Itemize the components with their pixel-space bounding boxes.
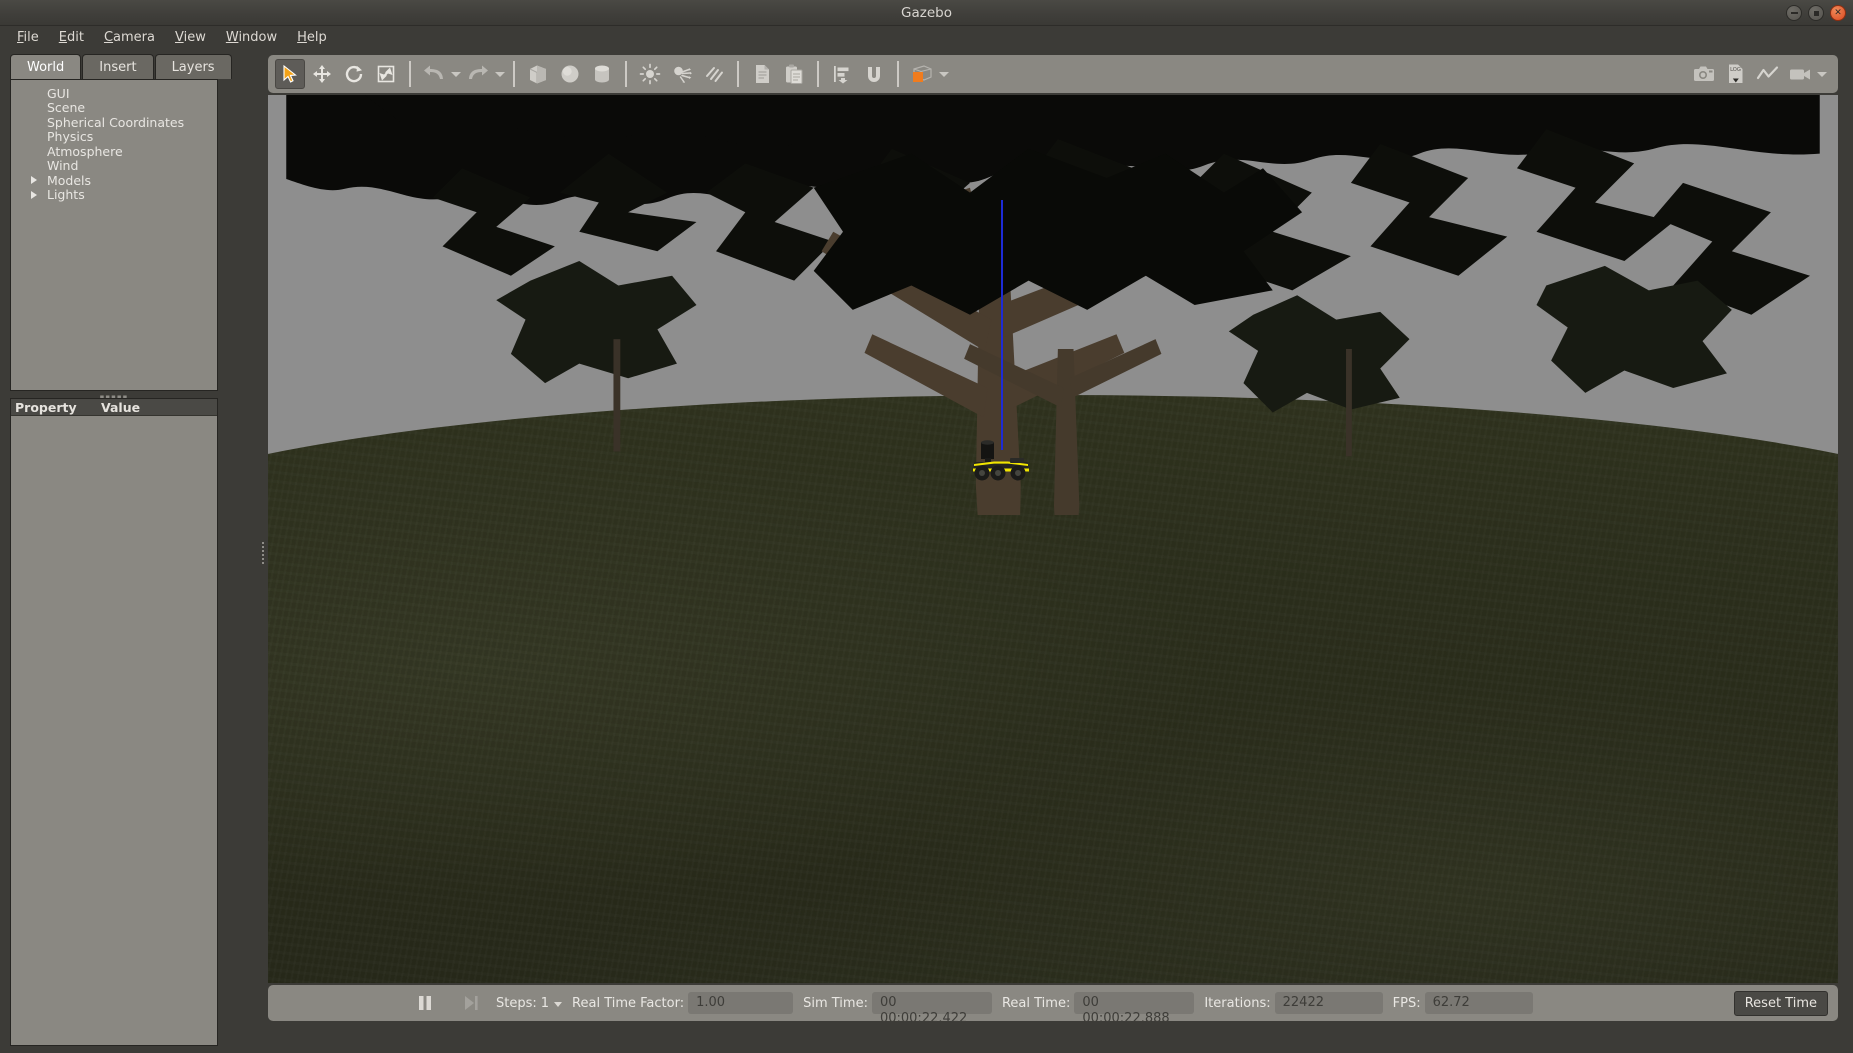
3d-render-viewport[interactable]	[268, 95, 1838, 983]
tree-item-label: Atmosphere	[47, 144, 123, 159]
redo-dropdown-caret[interactable]	[494, 59, 506, 89]
tree-item-models[interactable]: Models	[11, 173, 217, 188]
step-forward-button[interactable]	[458, 990, 484, 1016]
menu-camera[interactable]: Camera	[94, 28, 165, 47]
tree-item-gui[interactable]: GUI	[11, 86, 217, 101]
svg-text:LOG: LOG	[1730, 67, 1741, 73]
tree-item-scene[interactable]: Scene	[11, 101, 217, 116]
menu-bar: File Edit Camera View Window Help	[0, 26, 1853, 48]
tab-world[interactable]: World	[10, 54, 81, 79]
align-button[interactable]	[827, 59, 857, 89]
panel-tabs: World Insert Layers	[10, 54, 233, 79]
paste-button[interactable]	[779, 59, 809, 89]
plot-button[interactable]	[1753, 59, 1783, 89]
insert-directional-light-button[interactable]	[699, 59, 729, 89]
iterations-value: 22422	[1275, 992, 1383, 1014]
simulation-status-bar: Steps: 1 Real Time Factor: 1.00 Sim Time…	[268, 985, 1838, 1021]
insert-spot-light-button[interactable]	[667, 59, 697, 89]
insert-box-button[interactable]	[523, 59, 553, 89]
insert-cylinder-button[interactable]	[587, 59, 617, 89]
pause-button[interactable]	[412, 990, 438, 1016]
sim-time-label: Sim Time:	[803, 996, 868, 1011]
view-appearance-button[interactable]	[907, 59, 937, 89]
toolbar-separator	[737, 61, 739, 87]
toolbar-separator	[897, 61, 899, 87]
laser-beam	[1001, 200, 1003, 450]
left-panel: World Insert Layers GUI Scene Spherical …	[0, 48, 228, 1053]
fps-value: 62.72	[1425, 992, 1533, 1014]
menu-edit[interactable]: Edit	[49, 28, 94, 47]
steps-dropdown-caret[interactable]	[554, 1002, 562, 1007]
tree-item-atmosphere[interactable]: Atmosphere	[11, 144, 217, 159]
record-dropdown-caret[interactable]	[1816, 59, 1828, 89]
menu-file[interactable]: File	[7, 28, 49, 47]
gazebo-window: Gazebo ✕ File Edit Camera View Window He…	[0, 0, 1853, 1053]
toolbar-separator	[625, 61, 627, 87]
real-time-label: Real Time:	[1002, 996, 1070, 1011]
tab-layers[interactable]: Layers	[155, 54, 232, 79]
world-tree[interactable]: GUI Scene Spherical Coordinates Physics …	[10, 79, 218, 391]
tree-item-lights[interactable]: Lights	[11, 188, 217, 203]
tree-item-wind[interactable]: Wind	[11, 159, 217, 174]
husky-robot[interactable]	[968, 440, 1038, 482]
steps-value[interactable]: 1	[541, 996, 549, 1011]
insert-sphere-button[interactable]	[555, 59, 585, 89]
toolbar-right-group: LOG	[1688, 55, 1838, 93]
snap-button[interactable]	[859, 59, 889, 89]
column-header-value: Value	[101, 400, 140, 415]
toolbar-separator	[409, 61, 411, 87]
window-controls: ✕	[1786, 5, 1846, 21]
tree-item-label: Models	[47, 173, 91, 188]
reset-time-button[interactable]: Reset Time	[1734, 991, 1828, 1016]
undo-button[interactable]	[419, 59, 449, 89]
copy-button[interactable]	[747, 59, 777, 89]
steps-label: Steps:	[496, 996, 537, 1011]
title-bar: Gazebo ✕	[0, 0, 1853, 26]
tree-item-label: Lights	[47, 187, 85, 202]
tree-item-label: GUI	[47, 86, 70, 101]
chevron-right-icon[interactable]	[31, 176, 37, 184]
redo-button[interactable]	[463, 59, 493, 89]
translate-mode-button[interactable]	[307, 59, 337, 89]
vertical-splitter-handle[interactable]	[262, 540, 266, 566]
viewport-area: LOG	[268, 55, 1853, 1053]
property-table[interactable]: Property Value	[10, 398, 218, 1046]
toolbar-separator	[817, 61, 819, 87]
record-video-button[interactable]	[1785, 59, 1815, 89]
tree-item-label: Scene	[47, 100, 85, 115]
toolbar-separator	[513, 61, 515, 87]
real-time-factor-value: 1.00	[688, 992, 793, 1014]
menu-view[interactable]: View	[165, 28, 216, 47]
scale-mode-button[interactable]	[371, 59, 401, 89]
property-table-header: Property Value	[11, 399, 217, 416]
tree-item-label: Physics	[47, 129, 93, 144]
iterations-label: Iterations:	[1204, 996, 1270, 1011]
minimize-button[interactable]	[1786, 5, 1802, 21]
insert-point-light-button[interactable]	[635, 59, 665, 89]
column-header-property: Property	[11, 400, 101, 415]
screenshot-button[interactable]	[1689, 59, 1719, 89]
real-time-value: 00 00:00:22.888	[1074, 992, 1194, 1014]
undo-dropdown-caret[interactable]	[450, 59, 462, 89]
tab-insert[interactable]: Insert	[82, 54, 153, 79]
log-data-button[interactable]: LOG	[1721, 59, 1751, 89]
rotate-mode-button[interactable]	[339, 59, 369, 89]
tree-item-label: Spherical Coordinates	[47, 115, 184, 130]
sim-time-value: 00 00:00:22.422	[872, 992, 992, 1014]
menu-help[interactable]: Help	[287, 28, 337, 47]
close-button[interactable]: ✕	[1830, 5, 1846, 21]
chevron-right-icon[interactable]	[31, 191, 37, 199]
maximize-button[interactable]	[1808, 5, 1824, 21]
view-appearance-dropdown-caret[interactable]	[938, 59, 950, 89]
menu-window[interactable]: Window	[216, 28, 287, 47]
fps-label: FPS:	[1393, 996, 1421, 1011]
tree-item-label: Wind	[47, 158, 78, 173]
render-toolbar: LOG	[268, 55, 1838, 93]
tree-item-spherical-coordinates[interactable]: Spherical Coordinates	[11, 115, 217, 130]
tree-item-physics[interactable]: Physics	[11, 130, 217, 145]
select-mode-button[interactable]	[275, 59, 305, 89]
forest-canopy	[268, 95, 1838, 515]
real-time-factor-label: Real Time Factor:	[572, 996, 684, 1011]
window-title: Gazebo	[0, 0, 1853, 26]
